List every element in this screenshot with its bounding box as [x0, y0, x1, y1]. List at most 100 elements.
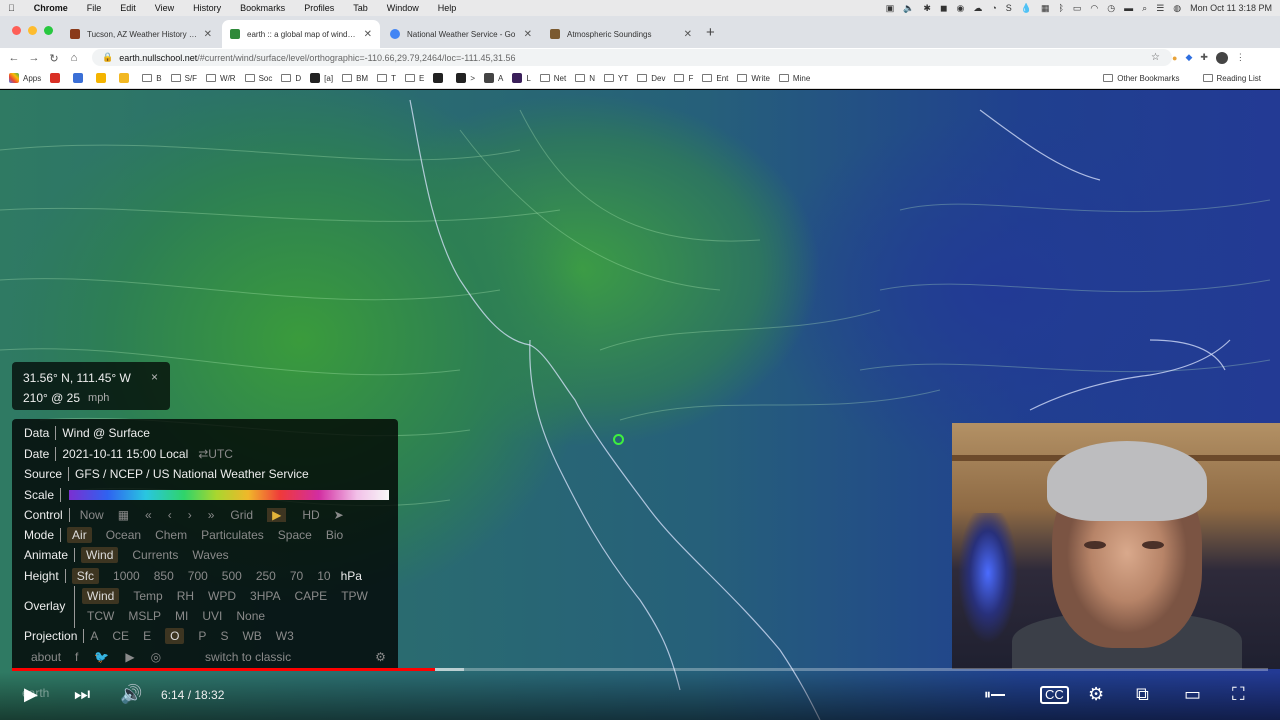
bookmark-item[interactable]: Dev [637, 74, 665, 83]
height-500[interactable]: 500 [222, 569, 242, 583]
overlay-mslp[interactable]: MSLP [128, 609, 161, 623]
settings-icon[interactable]: ⚙ [375, 650, 386, 664]
volume-icon[interactable]: 🔈 [903, 3, 914, 13]
fullscreen-icon[interactable]: ⛶ [1232, 682, 1245, 706]
bookmark-item[interactable]: S/F [170, 74, 197, 83]
projection-p[interactable]: P [198, 629, 206, 643]
skip-back-icon[interactable]: « [145, 508, 152, 522]
mode-ocean[interactable]: Ocean [106, 528, 141, 542]
more-menu-icon[interactable]: ⋮ [1236, 52, 1245, 63]
close-icon[interactable]: ✕ [684, 29, 692, 40]
other-bookmarks[interactable]: Other Bookmarks [1103, 74, 1180, 83]
date-value[interactable]: 2021-10-11 15:00 Local [62, 447, 188, 461]
tab-tucson-weather[interactable]: Tucson, AZ Weather History | W ✕ [62, 20, 220, 48]
app-tray-icon[interactable]: ✱ [923, 3, 931, 13]
autoplay-toggle[interactable]: ⏸━ [984, 682, 1005, 706]
bookmark-item[interactable]: E [404, 74, 424, 83]
screen-record-icon[interactable]: ▣ [886, 3, 895, 13]
color-scale-bar[interactable] [69, 490, 390, 500]
height-sfc[interactable]: Sfc [71, 568, 100, 584]
bookmark-item[interactable]: Mine [778, 74, 810, 83]
grid-button[interactable]: Grid [230, 508, 253, 522]
forward-icon[interactable]: → [24, 52, 44, 64]
menubar-clock[interactable]: Mon Oct 11 3:18 PM [1190, 3, 1272, 13]
projection-ce[interactable]: CE [112, 629, 129, 643]
locate-icon[interactable]: ➤ [334, 508, 344, 522]
siri-icon[interactable]: ◍ [1173, 3, 1181, 13]
step-forward-icon[interactable]: › [188, 508, 192, 522]
hd-button[interactable]: HD [302, 508, 319, 522]
tab-earth-nullschool[interactable]: earth :: a global map of wind, w ✕ [222, 20, 380, 48]
overlay-none[interactable]: None [236, 609, 265, 623]
minimize-window-icon[interactable] [28, 26, 37, 35]
puzzle-icon[interactable]: ✚ [1200, 52, 1208, 63]
extension-icon[interactable]: ● [1172, 53, 1177, 63]
bookmark-item[interactable]: N [575, 74, 595, 83]
miniplayer-icon[interactable]: ⧉ [1136, 682, 1149, 706]
projection-a[interactable]: A [90, 629, 98, 643]
lock-icon[interactable]: 🔒 [102, 52, 113, 63]
animate-wind[interactable]: Wind [81, 547, 119, 563]
play-icon[interactable]: ▶ [24, 682, 38, 706]
projection-w3[interactable]: W3 [276, 629, 294, 643]
bookmark-item[interactable]: B [142, 74, 162, 83]
gauge-icon[interactable]: ◔ [991, 3, 996, 13]
home-icon[interactable]: ⌂ [64, 52, 84, 64]
overlay-uvi[interactable]: UVI [202, 609, 222, 623]
overlay-tpw[interactable]: TPW [341, 589, 368, 603]
bookmark-item[interactable]: > [456, 73, 475, 83]
menu-window[interactable]: Window [387, 3, 419, 13]
next-video-icon[interactable]: ⏭ [74, 682, 90, 706]
bookmark-item[interactable] [119, 73, 133, 83]
bookmark-item[interactable]: YT [604, 74, 628, 83]
search-icon[interactable]: ⌕ [1142, 3, 1147, 13]
calendar-icon[interactable]: ▦ [118, 508, 129, 522]
menu-edit[interactable]: Edit [120, 3, 136, 13]
twitter-icon[interactable]: 🐦 [94, 650, 109, 664]
height-10[interactable]: 10 [317, 569, 330, 583]
back-icon[interactable]: ← [4, 52, 24, 64]
reading-list[interactable]: Reading List [1202, 74, 1261, 83]
play-icon[interactable]: ▶ [267, 508, 287, 522]
bookmark-item[interactable] [96, 73, 110, 83]
mode-space[interactable]: Space [278, 528, 312, 542]
wind-unit-toggle[interactable]: mph [88, 392, 109, 404]
height-70[interactable]: 70 [290, 569, 303, 583]
mode-air[interactable]: Air [67, 527, 92, 543]
bookmark-item[interactable]: Ent [702, 74, 728, 83]
bookmark-item[interactable]: T [377, 74, 396, 83]
volume-icon[interactable]: 🔊 [120, 682, 142, 706]
app-tray-icon[interactable]: ▦ [1041, 3, 1050, 13]
tab-national-weather-service[interactable]: National Weather Service - Go ✕ [382, 20, 540, 48]
bookmark-item[interactable] [50, 73, 64, 83]
bookmark-item[interactable]: L [512, 73, 531, 83]
youtube-icon[interactable]: ▶ [125, 650, 134, 664]
close-icon[interactable]: ✕ [524, 29, 532, 40]
bluetooth-icon[interactable]: ᛒ [1059, 3, 1064, 13]
about-link[interactable]: about [31, 650, 61, 664]
bookmark-item[interactable]: F [674, 74, 693, 83]
bookmark-item[interactable]: D [281, 74, 301, 83]
projection-o[interactable]: O [165, 628, 185, 644]
captions-icon[interactable]: CC [1040, 686, 1069, 704]
step-back-icon[interactable]: ‹ [168, 508, 172, 522]
zoom-window-icon[interactable] [44, 26, 53, 35]
utc-toggle[interactable]: ⇄UTC [198, 447, 233, 461]
height-700[interactable]: 700 [188, 569, 208, 583]
height-850[interactable]: 850 [154, 569, 174, 583]
now-button[interactable]: Now [80, 508, 104, 522]
battery-icon[interactable]: ▭ [1073, 3, 1082, 13]
app-tray-icon[interactable]: ◼ [940, 3, 947, 13]
location-marker[interactable] [613, 434, 624, 445]
flag-icon[interactable]: ▬ [1124, 3, 1133, 13]
menu-history[interactable]: History [193, 3, 221, 13]
extension-icon[interactable]: ◆ [1185, 52, 1192, 63]
bookmark-item[interactable]: [a] [310, 73, 333, 83]
menu-file[interactable]: File [87, 3, 102, 13]
reload-icon[interactable]: ↻ [44, 52, 64, 65]
bookmark-star-icon[interactable]: ☆ [1151, 52, 1160, 63]
menu-app-name[interactable]: Chrome [34, 3, 68, 13]
bookmark-item[interactable]: Apps [9, 73, 41, 83]
settings-gear-icon[interactable]: ⚙ [1088, 682, 1104, 706]
menu-profiles[interactable]: Profiles [304, 3, 334, 13]
